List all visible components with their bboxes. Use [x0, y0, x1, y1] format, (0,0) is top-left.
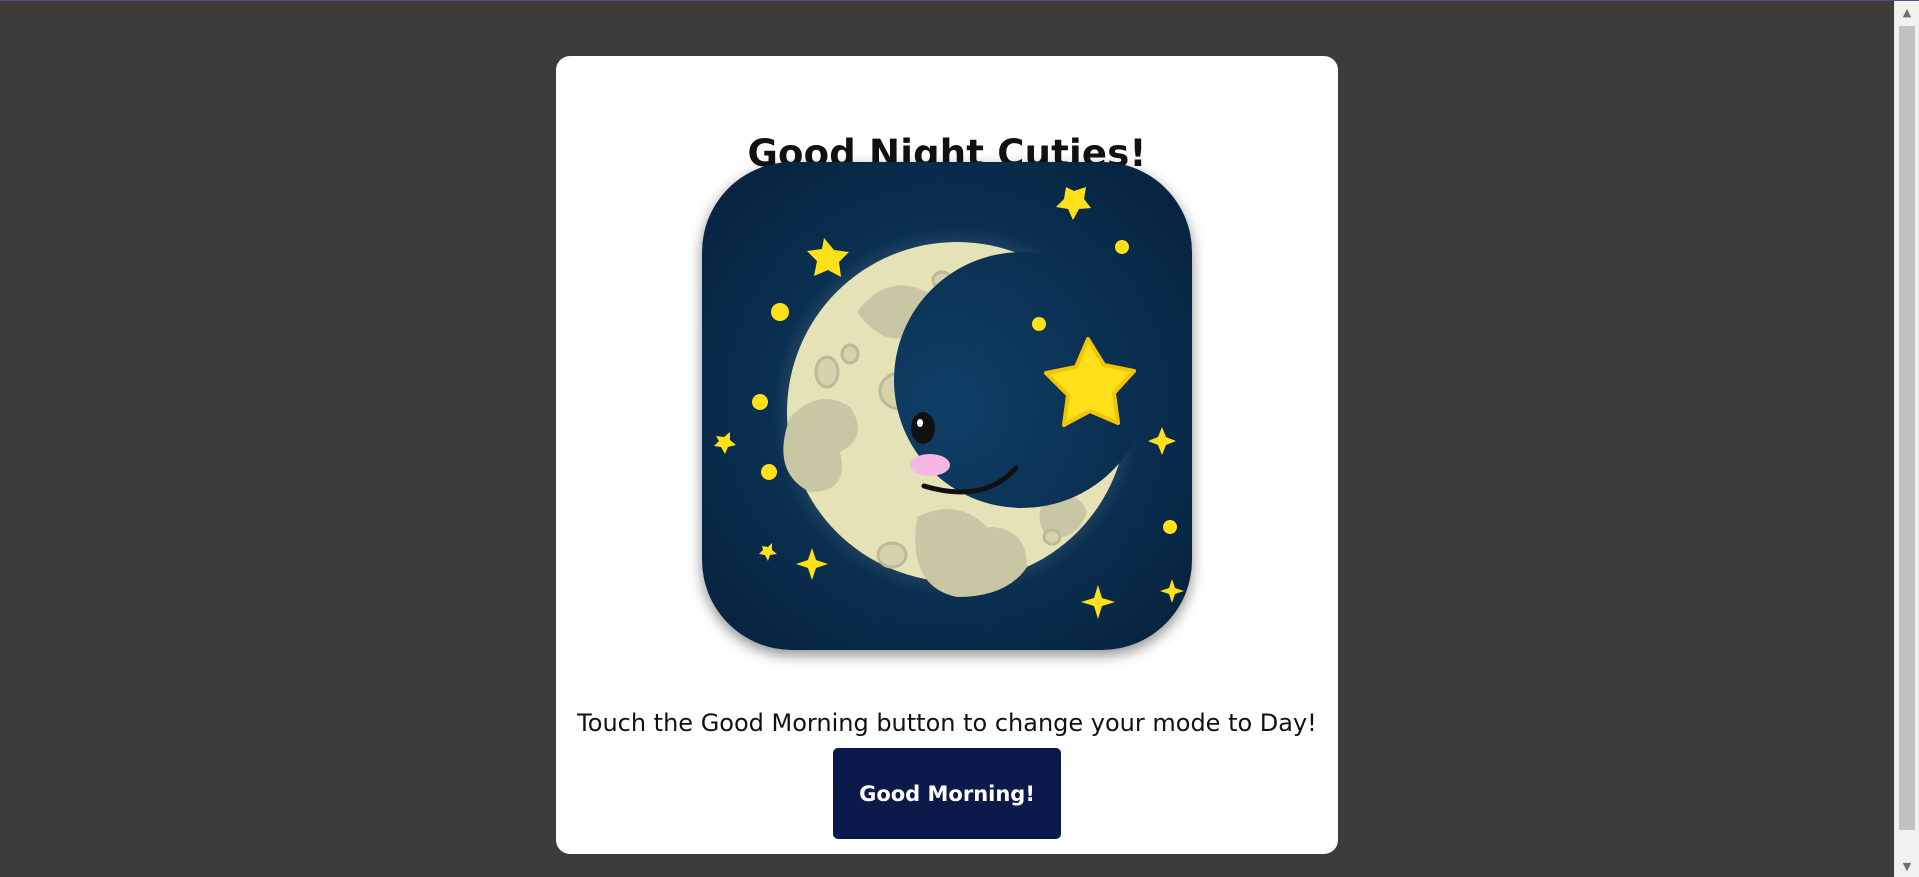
scrollbar-thumb[interactable] [1899, 26, 1915, 830]
mode-card: Good Night Cuties! Touch the Good Mornin… [556, 56, 1338, 854]
night-moon-illustration [702, 162, 1192, 650]
scroll-down-icon[interactable]: ▼ [1895, 857, 1919, 875]
instruction-text: Touch the Good Morning button to change … [577, 709, 1317, 737]
vertical-scrollbar[interactable]: ▲ ▼ [1894, 1, 1919, 877]
scroll-up-icon[interactable]: ▲ [1895, 3, 1919, 21]
moon-icon [702, 162, 1192, 650]
good-morning-button[interactable]: Good Morning! [833, 748, 1061, 839]
